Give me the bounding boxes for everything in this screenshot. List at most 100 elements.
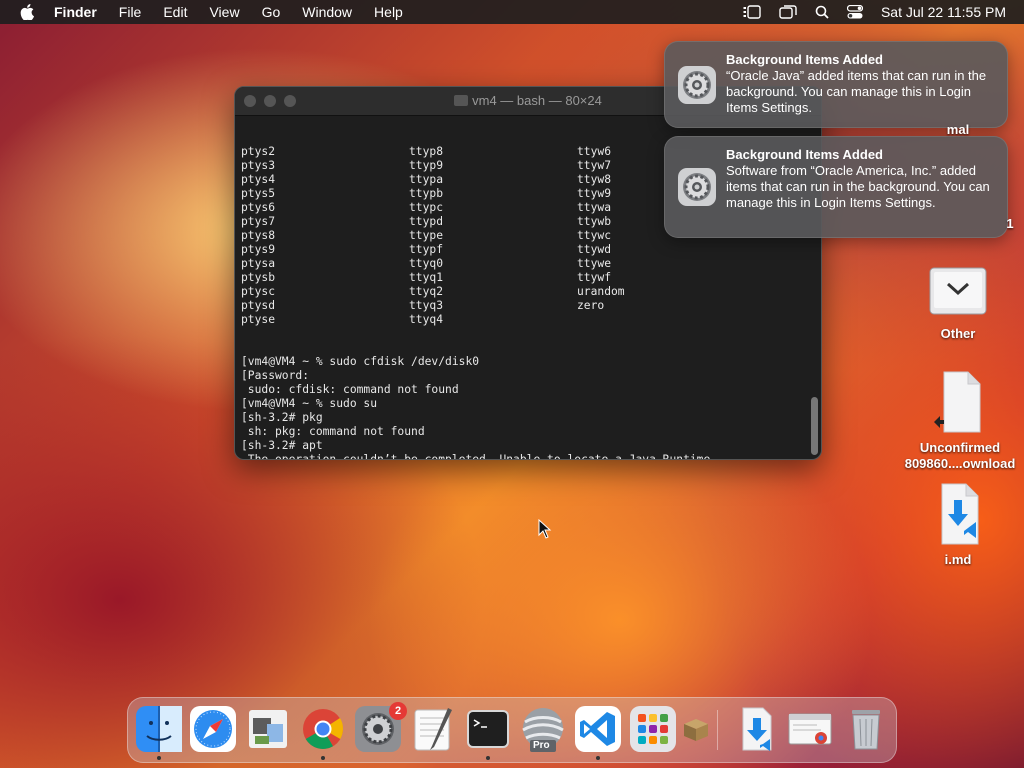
menu-go[interactable]: Go xyxy=(262,4,281,20)
running-indicator xyxy=(157,756,161,760)
notification-title: Background Items Added xyxy=(726,52,883,67)
folder-icon xyxy=(454,95,469,106)
mouse-pointer-icon xyxy=(538,519,552,539)
terminal-device-cell: ttyq1 xyxy=(409,271,444,284)
desktop-item-other[interactable]: Other xyxy=(898,262,1018,342)
terminal-device-cell: ptys7 xyxy=(241,215,276,228)
terminal-device-row: ptysd ttyq3 zero xyxy=(241,299,807,313)
trash-icon[interactable] xyxy=(843,706,889,752)
menu-bar: Finder File Edit View Go Window Help Sat… xyxy=(0,0,1024,24)
terminal-device-cell: ttywf xyxy=(577,271,612,284)
menu-help[interactable]: Help xyxy=(374,4,403,20)
dock-separator xyxy=(717,710,718,750)
terminal-device-cell: ptysd xyxy=(241,299,276,312)
desktop-item-label: Other xyxy=(940,326,976,341)
launchpad-icon[interactable] xyxy=(630,706,676,752)
desktop-item-label-line2: 809860....ownload xyxy=(904,456,1016,471)
chrome-icon[interactable] xyxy=(300,706,346,752)
spotlight-icon[interactable] xyxy=(815,5,829,19)
terminal-device-cell: ptys5 xyxy=(241,187,276,200)
terminal-scrollbar[interactable] xyxy=(811,397,818,455)
finder-icon[interactable] xyxy=(136,706,182,752)
terminal-lines: [vm4@VM4 ~ % sudo cfdisk /dev/disk0 [Pass… xyxy=(241,355,807,460)
terminal-device-cell: zero xyxy=(577,299,605,312)
running-indicator xyxy=(596,756,600,760)
terminal-device-cell: ttypc xyxy=(409,201,444,214)
terminal-line: [sh-3.2# pkg xyxy=(241,411,323,424)
menu-app-finder[interactable]: Finder xyxy=(54,4,97,20)
apple-logo-icon[interactable] xyxy=(20,4,34,20)
terminal-device-cell: ttywe xyxy=(577,257,612,270)
stage-manager-icon[interactable] xyxy=(743,5,761,19)
control-center-icon[interactable] xyxy=(846,5,863,19)
terminal-device-cell xyxy=(577,313,745,327)
terminal-device-cell: ptys3 xyxy=(241,159,276,172)
terminal-device-cell: ttyp8 xyxy=(409,145,444,158)
terminal-title-text: vm4 — bash — 80×24 xyxy=(472,93,602,108)
notification-oracle-america[interactable]: Background Items Added Software from “Or… xyxy=(664,136,1008,238)
terminal-device-row: ptys9 ttypf ttywd xyxy=(241,243,807,257)
desktop-item-unconfirmed-download[interactable]: Unconfirmed 809860....ownload xyxy=(898,370,1022,472)
menu-edit[interactable]: Edit xyxy=(163,4,187,20)
running-indicator xyxy=(486,756,490,760)
notification-badge: 2 xyxy=(389,702,407,720)
system-settings-gear-icon xyxy=(678,168,716,206)
terminal-device-cell: ptysc xyxy=(241,285,276,298)
document-file-icon xyxy=(934,371,981,433)
notification-title: Background Items Added xyxy=(726,147,883,162)
running-indicator xyxy=(321,756,325,760)
terminal-device-cell: ttyq0 xyxy=(409,257,444,270)
menu-view[interactable]: View xyxy=(209,4,239,20)
terminal-device-row: ptysc ttyq2 urandom xyxy=(241,285,807,299)
notification-oracle-java[interactable]: Background Items Added “Oracle Java” add… xyxy=(664,41,1008,128)
terminal-device-row: ptysa ttyq0 ttywe xyxy=(241,257,807,271)
safari-icon[interactable] xyxy=(190,706,236,752)
desktop-item-partial-top[interactable]: mal xyxy=(898,122,1018,138)
google-earth-pro-dock-item[interactable]: Pro xyxy=(520,706,566,752)
menu-window[interactable]: Window xyxy=(302,4,352,20)
notification-body: Software from “Oracle America, Inc.” add… xyxy=(726,163,990,210)
terminal-device-cell: ttypb xyxy=(409,187,444,200)
terminal-device-cell: ttyq2 xyxy=(409,285,444,298)
menu-file[interactable]: File xyxy=(119,4,142,20)
system-settings-dock-item[interactable]: 2 xyxy=(355,702,407,752)
terminal-device-cell: ptysa xyxy=(241,257,276,270)
notification-body: “Oracle Java” added items that can run i… xyxy=(726,68,987,115)
desktop-item-label: mal xyxy=(946,122,970,137)
terminal-device-cell: ptys4 xyxy=(241,173,276,186)
dock: 2 Pro xyxy=(127,697,897,763)
desktop-item-label: i.md xyxy=(944,552,972,567)
google-earth-pro-label: Pro xyxy=(533,740,550,751)
vscode-icon[interactable] xyxy=(575,706,621,752)
terminal-line: sh: pkg: command not found xyxy=(241,425,425,438)
terminal-device-cell: ttyq3 xyxy=(409,299,444,312)
terminal-device-cell: ptys2 xyxy=(241,145,276,158)
terminal-icon[interactable] xyxy=(465,706,511,752)
terminal-line: [sh-3.2# apt xyxy=(241,439,323,452)
menubar-clock[interactable]: Sat Jul 22 11:55 PM xyxy=(881,4,1006,20)
terminal-device-cell: ptys9 xyxy=(241,243,276,256)
archive-utility-icon[interactable] xyxy=(680,714,712,746)
desktop-item-imd[interactable]: i.md xyxy=(898,482,1018,568)
textedit-icon[interactable] xyxy=(410,706,456,752)
terminal-device-cell: ptysb xyxy=(241,271,276,284)
drive-icon xyxy=(929,267,987,315)
terminal-device-cell: ptys8 xyxy=(241,229,276,242)
preview-icon[interactable] xyxy=(245,706,291,752)
terminal-line: The operation couldn’t be completed. Una… xyxy=(241,453,718,460)
desktop-item-partial-mid[interactable]: 1 xyxy=(1000,216,1020,232)
terminal-device-row: ptysb ttyq1 ttywf xyxy=(241,271,807,285)
terminal-device-cell: ttyq4 xyxy=(409,313,444,326)
terminal-device-cell: urandom xyxy=(577,285,625,298)
screen-mirroring-icon[interactable] xyxy=(779,5,797,19)
terminal-line: sudo: cfdisk: command not found xyxy=(241,383,459,396)
terminal-device-cell: ttype xyxy=(409,229,444,242)
desktop-item-label: 1 xyxy=(1006,216,1014,231)
terminal-device-cell: ttypa xyxy=(409,173,444,186)
terminal-device-cell: ttypf xyxy=(409,243,444,256)
terminal-line: [Password: xyxy=(241,369,310,382)
screenshot-window-icon[interactable] xyxy=(787,706,833,752)
terminal-device-cell: ptys6 xyxy=(241,201,276,214)
downloads-folder-icon[interactable] xyxy=(733,706,779,752)
terminal-device-cell: ttywd xyxy=(577,243,612,256)
